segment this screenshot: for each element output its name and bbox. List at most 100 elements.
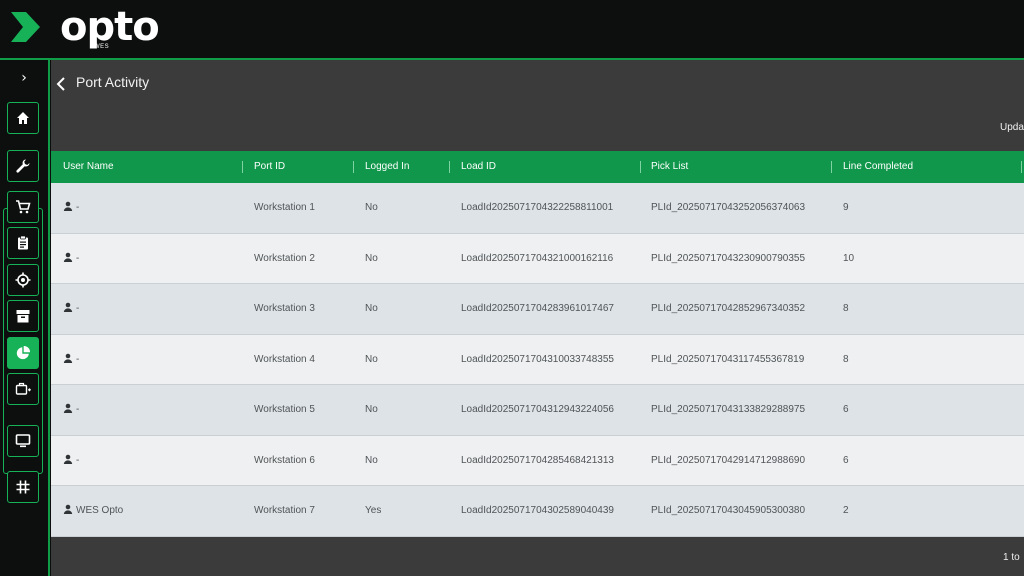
user-icon: [63, 404, 73, 414]
table-row[interactable]: - Workstation 6 No LoadId202507170428546…: [51, 435, 1024, 486]
main-content: Port Activity Upda User Name Port ID Log…: [51, 60, 1024, 576]
table-row[interactable]: - Workstation 4 No LoadId202507170431003…: [51, 334, 1024, 385]
cell-logged-in: No: [365, 202, 378, 213]
user-name-text: -: [76, 202, 80, 213]
sidebar-item-transfer[interactable]: [7, 373, 39, 405]
user-name-text: -: [76, 353, 80, 365]
cell-user-name: -: [63, 183, 79, 233]
cell-load-id: LoadId2025071704302589040439: [461, 505, 614, 516]
column-header-user-name[interactable]: User Name: [63, 151, 114, 183]
cart-icon: [16, 200, 31, 214]
cell-user-name: -: [63, 385, 79, 435]
cell-user-name: -: [63, 234, 79, 284]
cell-logged-in: No: [365, 454, 378, 466]
cell-pick-list: PLId_20250717043045905300380: [651, 505, 806, 516]
column-header-load-id[interactable]: Load ID: [461, 151, 496, 183]
cell-pick-list: PLId_20250717043117455367819: [651, 353, 805, 365]
update-button[interactable]: Upda: [1000, 122, 1024, 133]
sidebar-item-tools[interactable]: [7, 150, 39, 182]
cell-pick-list: PLId_20250717043230900790355: [651, 252, 806, 264]
table-row[interactable]: - Workstation 3 No LoadId202507170428396…: [51, 284, 1024, 335]
table-row[interactable]: - Workstation 5 No LoadId202507170431294…: [51, 385, 1024, 436]
column-header-line-completed[interactable]: Line Completed: [843, 151, 913, 183]
archive-icon: [16, 310, 30, 323]
table-row[interactable]: - Workstation 2 No LoadId202507170432100…: [51, 233, 1024, 284]
cell-logged-in: Yes: [365, 505, 382, 516]
sidebar-item-reports[interactable]: [7, 337, 39, 369]
sidebar-item-orders[interactable]: [7, 191, 39, 223]
cell-port-id: Workstation 5: [254, 404, 315, 415]
cell-pick-list: PLId_20250717042852967340352: [651, 303, 806, 314]
column-header-pick-list[interactable]: Pick List: [651, 151, 688, 183]
app-logo: opto WES: [60, 4, 160, 54]
sidebar-item-storage[interactable]: [7, 300, 39, 332]
grid-icon: [16, 480, 30, 494]
cell-line-completed: 9: [843, 202, 849, 213]
cell-load-id: LoadId2025071704312943224056: [461, 404, 614, 415]
cell-line-completed: 10: [843, 252, 855, 264]
sidebar: ›: [0, 60, 50, 576]
sidebar-item-home[interactable]: [7, 102, 39, 134]
wrench-icon: [16, 159, 30, 173]
column-separator[interactable]: [1021, 161, 1022, 173]
column-separator[interactable]: [353, 161, 354, 173]
chevron-right-icon[interactable]: ›: [12, 68, 36, 88]
column-separator[interactable]: [831, 161, 832, 173]
box-arrow-icon: [15, 382, 31, 395]
page-title: Port Activity: [76, 74, 150, 90]
chevron-left-icon[interactable]: [55, 76, 67, 92]
cell-user-name: -: [63, 335, 79, 385]
home-icon: [17, 112, 29, 124]
user-name-text: -: [76, 303, 80, 314]
column-separator[interactable]: [640, 161, 641, 173]
cell-port-id: Workstation 4: [254, 353, 315, 365]
column-separator[interactable]: [449, 161, 450, 173]
cell-pick-list: PLId_20250717043252056374063: [651, 202, 806, 213]
cell-load-id: LoadId2025071704283961017467: [461, 303, 614, 314]
user-icon: [63, 454, 73, 464]
monitor-icon: [15, 434, 31, 448]
table-footer: 1 to: [51, 538, 1024, 576]
cell-line-completed: 8: [843, 303, 849, 314]
user-name-text: -: [76, 454, 80, 466]
cell-port-id: Workstation 3: [254, 303, 315, 314]
cell-load-id: LoadId2025071704321000162116: [461, 252, 614, 264]
column-header-logged-in[interactable]: Logged In: [365, 151, 410, 183]
target-icon: [15, 272, 31, 288]
cell-load-id: LoadId2025071704285468421313: [461, 454, 614, 466]
cell-load-id: LoadId2025071704310033748355: [461, 353, 614, 365]
port-activity-table: User Name Port ID Logged In Load ID Pick…: [51, 151, 1024, 537]
sidebar-item-tasks[interactable]: [7, 227, 39, 259]
user-icon: [63, 303, 73, 313]
cell-logged-in: No: [365, 353, 378, 365]
clipboard-icon: [18, 235, 28, 250]
cell-logged-in: No: [365, 303, 378, 314]
cell-line-completed: 6: [843, 404, 849, 415]
pagination-summary: 1 to: [1003, 552, 1020, 563]
brand-chevron-icon: [11, 12, 40, 42]
logo-subtext: WES: [94, 44, 110, 50]
cell-line-completed: 8: [843, 353, 849, 365]
table-body: - Workstation 1 No LoadId202507170432225…: [51, 183, 1024, 537]
user-icon: [63, 252, 73, 262]
user-name-text: -: [76, 252, 80, 264]
column-separator[interactable]: [242, 161, 243, 173]
cell-pick-list: PLId_20250717043133829288975: [651, 404, 806, 415]
table-row[interactable]: - Workstation 1 No LoadId202507170432225…: [51, 183, 1024, 234]
sidebar-item-monitor[interactable]: [7, 425, 39, 457]
logo-text: opto: [60, 4, 160, 50]
cell-user-name: WES Opto: [63, 486, 123, 536]
cell-line-completed: 2: [843, 505, 849, 516]
cell-logged-in: No: [365, 404, 378, 415]
column-header-port-id[interactable]: Port ID: [254, 151, 285, 183]
cell-pick-list: PLId_20250717042914712988690: [651, 454, 806, 466]
cell-user-name: -: [63, 284, 79, 334]
cell-port-id: Workstation 7: [254, 505, 315, 516]
table-row[interactable]: WES Opto Workstation 7 Yes LoadId2025071…: [51, 486, 1024, 537]
user-icon: [63, 202, 73, 212]
cell-logged-in: No: [365, 252, 378, 264]
pie-chart-icon: [16, 345, 31, 360]
sidebar-item-grid[interactable]: [7, 471, 39, 503]
cell-load-id: LoadId2025071704322258811001: [461, 202, 614, 213]
sidebar-item-locations[interactable]: [7, 264, 39, 296]
